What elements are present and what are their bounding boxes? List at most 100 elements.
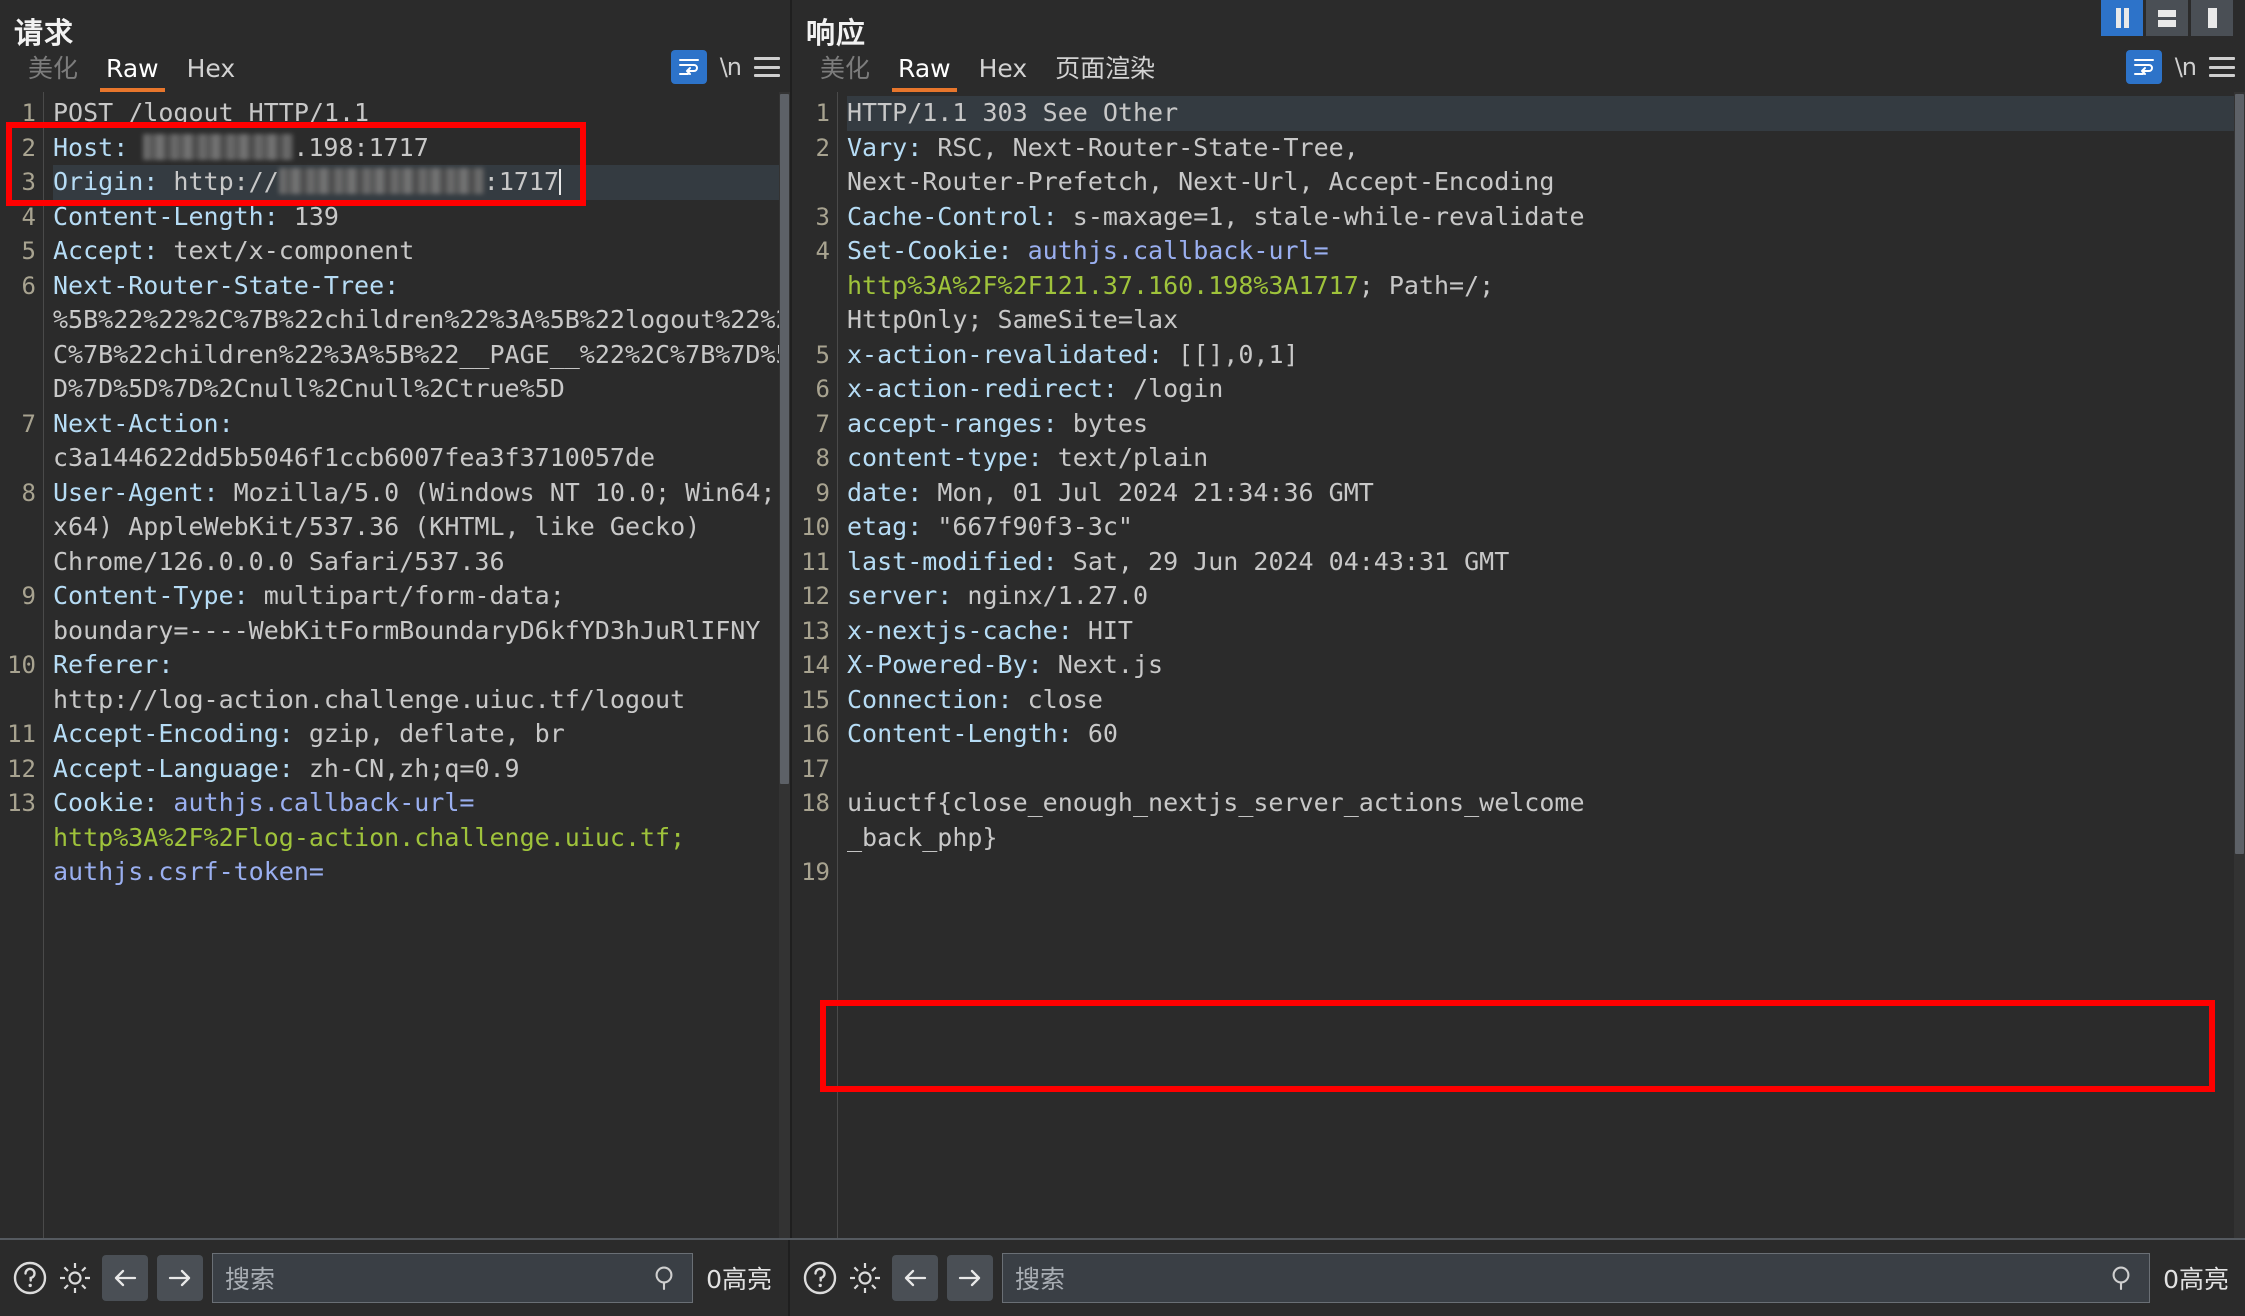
line-number: 6	[815, 375, 830, 403]
menu-icon[interactable]	[754, 57, 780, 77]
arrow-right-icon[interactable]	[947, 1255, 993, 1301]
tab-response-render[interactable]: 页面渲染	[1041, 56, 1169, 92]
code-line[interactable]: HTTP/1.1 303 See Other	[847, 96, 2245, 131]
response-scrollbar-thumb[interactable]	[2235, 94, 2244, 854]
search-input[interactable]: 搜索	[212, 1253, 694, 1303]
code-token: 303 See Other	[982, 98, 1179, 127]
code-line[interactable]: Next-Action:	[53, 407, 790, 442]
request-title: 请求	[14, 16, 75, 50]
code-line[interactable]: Chrome/126.0.0.0 Safari/537.36	[53, 545, 790, 580]
line-number: 15	[801, 685, 830, 714]
code-line[interactable]: uiuctf{close_enough_nextjs_server_action…	[847, 786, 2245, 821]
search-icon[interactable]	[652, 1264, 680, 1292]
search-icon[interactable]	[2109, 1264, 2137, 1292]
code-token: server:	[847, 581, 968, 610]
help-icon[interactable]	[12, 1260, 48, 1296]
tab-request-raw[interactable]: Raw	[92, 56, 173, 92]
response-title: 响应	[806, 16, 867, 50]
code-line[interactable]: User-Agent: Mozilla/5.0 (Windows NT 10.0…	[53, 476, 790, 511]
arrow-left-icon[interactable]	[102, 1255, 148, 1301]
code-token: _back_php}	[847, 822, 998, 852]
response-code[interactable]: HTTP/1.1 303 See Other Vary: RSC, Next-Ro…	[838, 92, 2245, 1238]
code-line[interactable]: accept-ranges: bytes	[847, 407, 2245, 442]
code-line[interactable]: Content-Length: 139	[53, 200, 790, 235]
newline-toggle[interactable]: \n	[2175, 53, 2197, 81]
line-number: 5	[815, 340, 830, 369]
single-pane-icon[interactable]	[2191, 0, 2233, 36]
line-number: .	[0, 338, 43, 373]
code-line[interactable]: boundary=----WebKitFormBoundaryD6kfYD3hJ…	[53, 614, 790, 649]
code-line[interactable]: x-action-revalidated: [[],0,1]	[847, 338, 2245, 373]
help-icon[interactable]	[802, 1260, 838, 1296]
code-line[interactable]: %5B%22%22%2C%7B%22children%22%3A%5B%22lo…	[53, 303, 790, 338]
code-line[interactable]: http%3A%2F%2Flog-action.challenge.uiuc.t…	[53, 821, 790, 856]
code-line[interactable]: http://log-action.challenge.uiuc.tf/logo…	[53, 683, 790, 718]
code-line[interactable]: Vary: RSC, Next-Router-State-Tree,	[847, 131, 2245, 166]
code-line[interactable]: Accept: text/x-component	[53, 234, 790, 269]
search-input[interactable]: 搜索	[1002, 1253, 2151, 1303]
arrow-left-icon[interactable]	[892, 1255, 938, 1301]
word-wrap-icon[interactable]	[2125, 50, 2162, 84]
gear-icon[interactable]	[847, 1260, 883, 1296]
gear-icon[interactable]	[57, 1260, 93, 1296]
code-line[interactable]: C%7B%22children%22%3A%5B%22__PAGE__%22%2…	[53, 338, 790, 373]
code-line[interactable]: Host: .198:1717	[53, 131, 790, 166]
code-line[interactable]: Accept-Language: zh-CN,zh;q=0.9	[53, 752, 790, 787]
code-line[interactable]: last-modified: Sat, 29 Jun 2024 04:43:31…	[847, 545, 2245, 580]
arrow-right-icon[interactable]	[157, 1255, 203, 1301]
tab-response-hex[interactable]: Hex	[965, 56, 1042, 92]
code-line[interactable]: authjs.csrf-token=	[53, 855, 790, 890]
code-line[interactable]: etag: "667f90f3-3c"	[847, 510, 2245, 545]
code-line[interactable]: D%7D%5D%7D%2Cnull%2Cnull%2Ctrue%5D	[53, 372, 790, 407]
code-line[interactable]: x-action-redirect: /login	[847, 372, 2245, 407]
code-line[interactable]: Accept-Encoding: gzip, deflate, br	[53, 717, 790, 752]
tab-request-pretty[interactable]: 美化	[14, 56, 92, 92]
newline-toggle[interactable]: \n	[720, 53, 742, 81]
code-line[interactable]: Content-Length: 60	[847, 717, 2245, 752]
split-horizontal-icon[interactable]	[2146, 0, 2188, 36]
code-token: "667f90f3-3c"	[937, 512, 1133, 541]
code-line[interactable]	[847, 855, 2245, 890]
code-line[interactable]: c3a144622dd5b5046f1ccb6007fea3f3710057de	[53, 441, 790, 476]
text-caret	[559, 169, 562, 195]
code-line[interactable]: Content-Type: multipart/form-data;	[53, 579, 790, 614]
code-token: HIT	[1087, 615, 1133, 645]
code-line[interactable]: server: nginx/1.27.0	[847, 579, 2245, 614]
code-line[interactable]: http%3A%2F%2F121.37.160.198%3A1717; Path…	[847, 269, 2245, 304]
response-scrollbar[interactable]	[2234, 92, 2245, 1238]
request-scrollbar[interactable]	[779, 92, 790, 1238]
code-line[interactable]: X-Powered-By: Next.js	[847, 648, 2245, 683]
code-line[interactable]: x64) AppleWebKit/537.36 (KHTML, like Gec…	[53, 510, 790, 545]
line-number: 7	[21, 409, 36, 438]
code-line[interactable]: POST /logout HTTP/1.1	[53, 96, 790, 131]
code-line[interactable]: HttpOnly; SameSite=lax	[847, 303, 2245, 338]
request-code[interactable]: POST /logout HTTP/1.1 Host: .198:1717 Orig…	[44, 92, 790, 1238]
line-number: 12	[7, 754, 36, 783]
word-wrap-icon[interactable]	[670, 50, 707, 84]
code-line[interactable]: Next-Router-State-Tree:	[53, 269, 790, 304]
code-line[interactable]: _back_php}	[847, 821, 2245, 856]
code-line[interactable]: Origin: http://:1717	[53, 165, 790, 200]
code-line[interactable]: x-nextjs-cache: HIT	[847, 614, 2245, 649]
request-scrollbar-thumb[interactable]	[780, 94, 789, 784]
code-line[interactable]: date: Mon, 01 Jul 2024 21:34:36 GMT	[847, 476, 2245, 511]
code-line[interactable]	[847, 752, 2245, 787]
http-message-viewer: 请求 美化 Raw Hex \n 1234 5 6 7 8 9 10 11 12…	[0, 0, 2245, 1316]
tab-response-pretty[interactable]: 美化	[806, 56, 884, 92]
code-line[interactable]: Referer:	[53, 648, 790, 683]
highlight-count: 0高亮	[2163, 1265, 2229, 1294]
code-line[interactable]: Cookie: authjs.callback-url=	[53, 786, 790, 821]
line-number: 12	[801, 582, 830, 610]
split-vertical-icon[interactable]	[2101, 0, 2143, 36]
tab-request-hex[interactable]: Hex	[173, 56, 250, 92]
code-line[interactable]: Connection: close	[847, 683, 2245, 718]
code-token: nginx/1.27.0	[967, 581, 1149, 610]
request-code-area[interactable]: 123456...7.8..9.10.111213.. POST /logout…	[0, 92, 790, 1238]
code-line[interactable]: content-type: text/plain	[847, 441, 2245, 476]
response-code-area[interactable]: 12.34..56789101112131415161718.19 HTTP/1…	[792, 92, 2245, 1238]
code-line[interactable]: Set-Cookie: authjs.callback-url=	[847, 234, 2245, 269]
code-line[interactable]: Next-Router-Prefetch, Next-Url, Accept-E…	[847, 165, 2245, 200]
menu-icon[interactable]	[2209, 57, 2235, 77]
tab-response-raw[interactable]: Raw	[884, 56, 965, 92]
code-line[interactable]: Cache-Control: s-maxage=1, stale-while-r…	[847, 200, 2245, 235]
